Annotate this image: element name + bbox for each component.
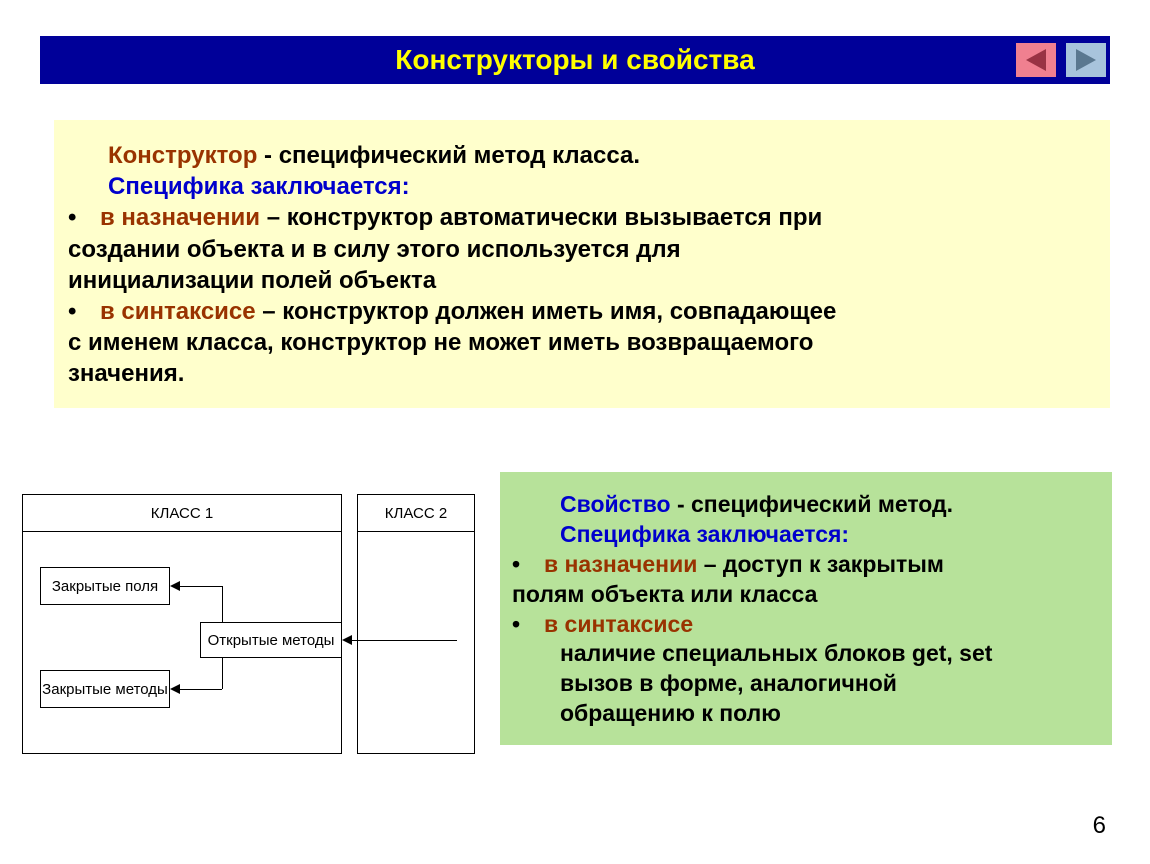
bullet2-text-a: – конструктор должен иметь имя, совпадаю… bbox=[256, 298, 837, 325]
closed-methods-box: Закрытые методы bbox=[40, 670, 170, 708]
bullet2-text-c: значения. bbox=[68, 358, 1096, 389]
triangle-right-icon bbox=[1076, 49, 1096, 71]
class2-header: КЛАСС 2 bbox=[357, 494, 475, 532]
bullet-icon: • bbox=[68, 296, 100, 327]
constructor-info-box: Конструктор - специфический метод класса… bbox=[54, 120, 1110, 408]
class-diagram: КЛАСС 1 КЛАСС 2 Закрытые поля Закрытые м… bbox=[22, 494, 492, 754]
bullet-icon: • bbox=[512, 610, 544, 640]
page-number: 6 bbox=[1093, 812, 1106, 840]
g-bullet2-emph: в синтаксисе bbox=[544, 611, 693, 637]
bullet1-text-c: инициализации полей объекта bbox=[68, 265, 1096, 296]
bullet1-emph: в назначении bbox=[100, 204, 260, 231]
g-bullet1-emph: в назначении bbox=[544, 551, 697, 577]
nav-buttons bbox=[1016, 43, 1106, 77]
bullet2-emph: в синтаксисе bbox=[100, 298, 256, 325]
g-sub1: наличие специальных блоков get, set bbox=[560, 639, 1100, 669]
constructor-term: Конструктор bbox=[108, 142, 257, 169]
constructor-def: - специфический метод класса. bbox=[257, 142, 640, 169]
prev-button[interactable] bbox=[1016, 43, 1056, 77]
arrow-line bbox=[352, 640, 457, 641]
slide-title: Конструкторы и свойства bbox=[395, 44, 754, 76]
arrow-head-icon bbox=[170, 684, 180, 694]
property-info-box: Свойство - специфический метод. Специфик… bbox=[500, 472, 1112, 745]
property-term: Свойство bbox=[560, 491, 671, 517]
arrow-line bbox=[222, 658, 223, 689]
arrow-head-icon bbox=[170, 581, 180, 591]
property-def: - специфический метод. bbox=[671, 491, 953, 517]
class1-header: КЛАСС 1 bbox=[22, 494, 342, 532]
g-sub3: обращению к полю bbox=[560, 699, 1100, 729]
arrow-line bbox=[222, 586, 223, 622]
class2-body bbox=[357, 532, 475, 754]
arrow-line bbox=[180, 586, 222, 587]
triangle-left-icon bbox=[1026, 49, 1046, 71]
arrow-line bbox=[180, 689, 222, 690]
slide-title-bar: Конструкторы и свойства bbox=[40, 36, 1110, 84]
bullet-icon: • bbox=[512, 550, 544, 580]
g-sub2: вызов в форме, аналогичной bbox=[560, 669, 1100, 699]
next-button[interactable] bbox=[1066, 43, 1106, 77]
g-specific-label: Специфика заключается: bbox=[560, 521, 849, 547]
specific-label: Специфика заключается: bbox=[108, 173, 410, 200]
bullet1-text-b: создании объекта и в силу этого использу… bbox=[68, 234, 1096, 265]
bullet-icon: • bbox=[68, 202, 100, 233]
arrow-head-icon bbox=[342, 635, 352, 645]
open-methods-box: Открытые методы bbox=[200, 622, 342, 658]
bullet1-text-a: – конструктор автоматически вызывается п… bbox=[260, 204, 822, 231]
bullet2-text-b: с именем класса, конструктор не может им… bbox=[68, 327, 1096, 358]
closed-fields-box: Закрытые поля bbox=[40, 567, 170, 605]
g-bullet1-text-b: полям объекта или класса bbox=[512, 580, 1100, 610]
g-bullet1-text-a: – доступ к закрытым bbox=[697, 551, 944, 577]
